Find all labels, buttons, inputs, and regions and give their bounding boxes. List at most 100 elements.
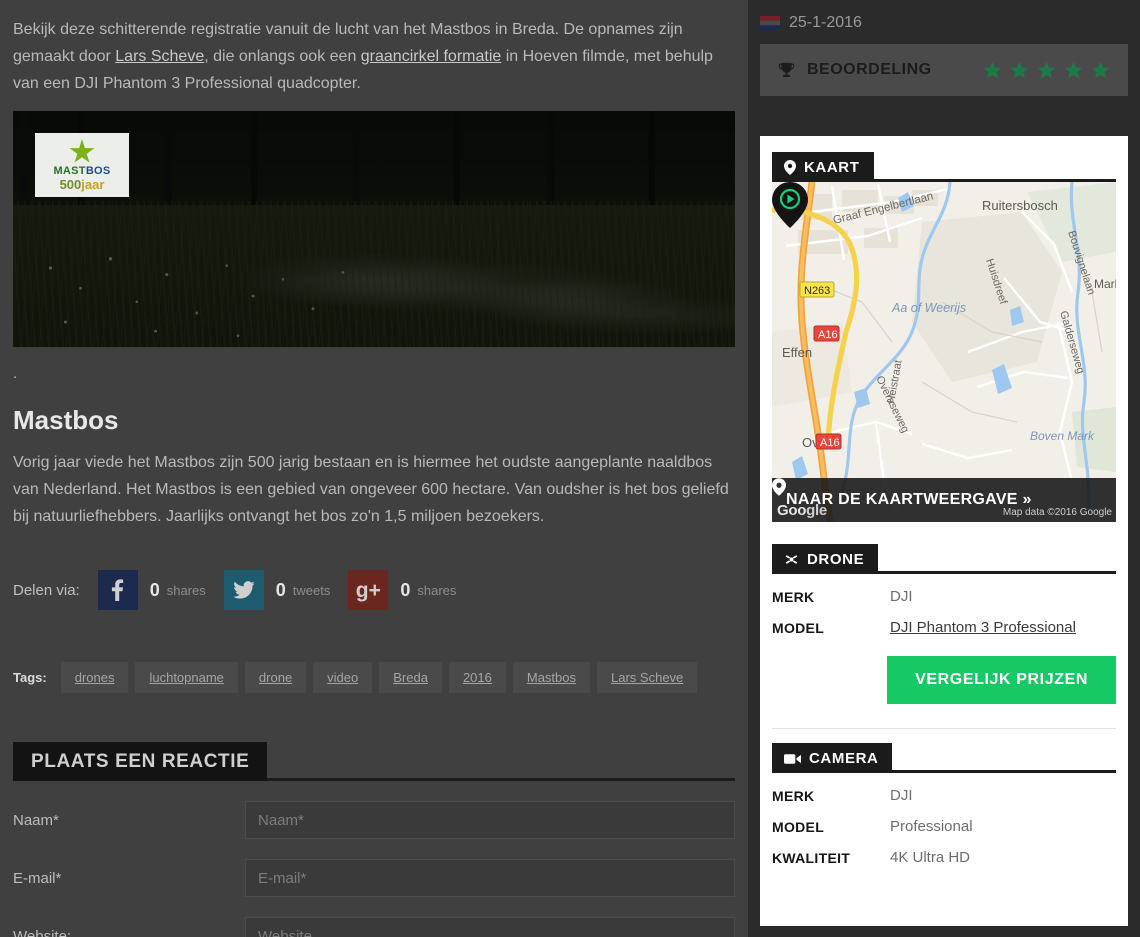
share-row: Delen via: 0 shares 0 tweets g+ 0 [13, 570, 735, 610]
watermark-line2: 500jaar [60, 178, 105, 191]
article-body: Vorig jaar viede het Mastbos zijn 500 ja… [13, 449, 735, 530]
camera-model-value: Professional [890, 818, 973, 835]
watermark-500: 500 [60, 177, 82, 192]
facebook-share-unit: shares [167, 583, 206, 598]
mastbos-star-icon [69, 139, 95, 165]
googleplus-share-unit: shares [417, 583, 456, 598]
map-canvas: Ruitersbosch Effen Overa Mark Boven Mark… [772, 182, 1116, 522]
drone-model-link[interactable]: DJI Phantom 3 Professional [890, 619, 1076, 636]
comment-form-title: PLAATS EEN REACTIE [13, 742, 267, 781]
svg-text:Effen: Effen [782, 345, 812, 360]
tags-label: Tags: [13, 670, 47, 685]
tag-item[interactable]: drones [61, 662, 129, 693]
camera-kwaliteit-key: KWALITEIT [772, 850, 890, 866]
facebook-share-count: 0 [150, 580, 160, 601]
watermark-line1: MASTBOS [53, 166, 110, 177]
facebook-icon[interactable] [98, 570, 138, 610]
rating-left: BEOORDELING [778, 61, 932, 79]
road-shield-a16-lower: A16 [816, 434, 841, 449]
watermark-bos: BOS [86, 165, 111, 177]
drone-merk-value: DJI [890, 588, 913, 605]
article-column: Bekijk deze schitterende registratie van… [0, 0, 748, 937]
googleplus-share-count: 0 [400, 580, 410, 601]
map-widget[interactable]: Ruitersbosch Effen Overa Mark Boven Mark… [772, 182, 1116, 522]
camera-spec-model: MODEL Professional [772, 818, 1116, 835]
svg-text:Aa of Weerijs: Aa of Weerijs [891, 301, 966, 315]
drone-model-key: MODEL [772, 620, 890, 636]
watermark-jaar: jaar [81, 177, 104, 192]
publish-date: 25-1-2016 [789, 14, 862, 32]
email-input[interactable] [245, 859, 735, 897]
publish-date-row: 25-1-2016 [748, 0, 1140, 32]
camera-merk-value: DJI [890, 787, 913, 804]
intro-text-part2: , die onlangs ook een [204, 48, 361, 65]
share-item-facebook: 0 shares [98, 570, 206, 610]
drone-spec-model: MODEL DJI Phantom 3 Professional [772, 619, 1116, 636]
twitter-share-count: 0 [276, 580, 286, 601]
svg-text:Ruitersbosch: Ruitersbosch [982, 198, 1058, 213]
camera-panel-tab: CAMERA [772, 743, 892, 773]
svg-text:N263: N263 [804, 285, 830, 297]
video-player[interactable]: MASTBOS 500jaar [13, 111, 735, 347]
tag-item[interactable]: 2016 [449, 662, 506, 693]
star-icon [1010, 61, 1029, 80]
svg-text:A16: A16 [820, 437, 840, 449]
googleplus-icon[interactable]: g+ [348, 570, 388, 610]
drone-panel-tab: DRONE [772, 544, 878, 574]
star-icon [1091, 61, 1110, 80]
watermark-mast: MAST [53, 165, 85, 177]
map-pin-icon [772, 478, 786, 496]
website-label: Website: [13, 928, 245, 937]
naam-input[interactable] [245, 801, 735, 839]
rating-title: BEOORDELING [807, 61, 932, 79]
form-row-naam: Naam* [13, 801, 735, 839]
camera-spec-kwaliteit: KWALITEIT 4K Ultra HD [772, 849, 1116, 866]
twitter-icon[interactable] [224, 570, 264, 610]
map-panel-header: KAART [772, 152, 1116, 182]
star-icon [1064, 61, 1083, 80]
road-shield-a16-upper: A16 [814, 326, 839, 341]
email-label: E-mail* [13, 870, 245, 887]
article-intro: Bekijk deze schitterende registratie van… [13, 12, 735, 97]
share-label: Delen via: [13, 582, 80, 599]
propeller-icon [784, 552, 799, 567]
link-lars-scheve[interactable]: Lars Scheve [115, 48, 204, 65]
dutch-flag-icon [760, 16, 780, 30]
map-location-marker[interactable] [772, 182, 808, 228]
naam-label: Naam* [13, 812, 245, 829]
trophy-icon [778, 62, 795, 79]
svg-text:Mark: Mark [1094, 277, 1116, 291]
article-dot-paragraph: . [13, 365, 735, 383]
vergelijk-prijzen-button[interactable]: VERGELIJK PRIJZEN [887, 656, 1116, 704]
tag-item[interactable]: luchtopname [135, 662, 237, 693]
rating-stars [983, 61, 1110, 80]
camera-spec-merk: MERK DJI [772, 787, 1116, 804]
rating-box: BEOORDELING [760, 44, 1128, 96]
form-row-email: E-mail* [13, 859, 735, 897]
sidebar-card: KAART [760, 136, 1128, 926]
form-row-website: Website: [13, 917, 735, 937]
tags-row: Tags: drones luchtopname drone video Bre… [13, 662, 735, 693]
road-shield-n263: N263 [800, 282, 834, 297]
svg-text:Boven Mark: Boven Mark [1030, 429, 1095, 443]
website-input[interactable] [245, 917, 735, 937]
twitter-share-unit: tweets [293, 583, 331, 598]
map-panel-title: KAART [804, 159, 860, 176]
tag-item[interactable]: Breda [379, 662, 442, 693]
panel-divider [772, 728, 1116, 729]
drone-merk-key: MERK [772, 589, 890, 605]
tag-item[interactable]: video [313, 662, 372, 693]
camera-model-key: MODEL [772, 819, 890, 835]
mastbos-watermark: MASTBOS 500jaar [35, 133, 129, 197]
share-item-googleplus: g+ 0 shares [348, 570, 456, 610]
tag-item[interactable]: drone [245, 662, 306, 693]
tag-item[interactable]: Mastbos [513, 662, 590, 693]
map-panel-tab: KAART [772, 152, 874, 182]
cta-wrap: VERGELIJK PRIJZEN [772, 656, 1116, 704]
star-icon [983, 61, 1002, 80]
video-camera-icon [784, 753, 801, 765]
link-graancirkel-formatie[interactable]: graancirkel formatie [361, 48, 502, 65]
tag-item[interactable]: Lars Scheve [597, 662, 697, 693]
page-root: Bekijk deze schitterende registratie van… [0, 0, 1140, 937]
article-heading: Mastbos [13, 405, 735, 435]
